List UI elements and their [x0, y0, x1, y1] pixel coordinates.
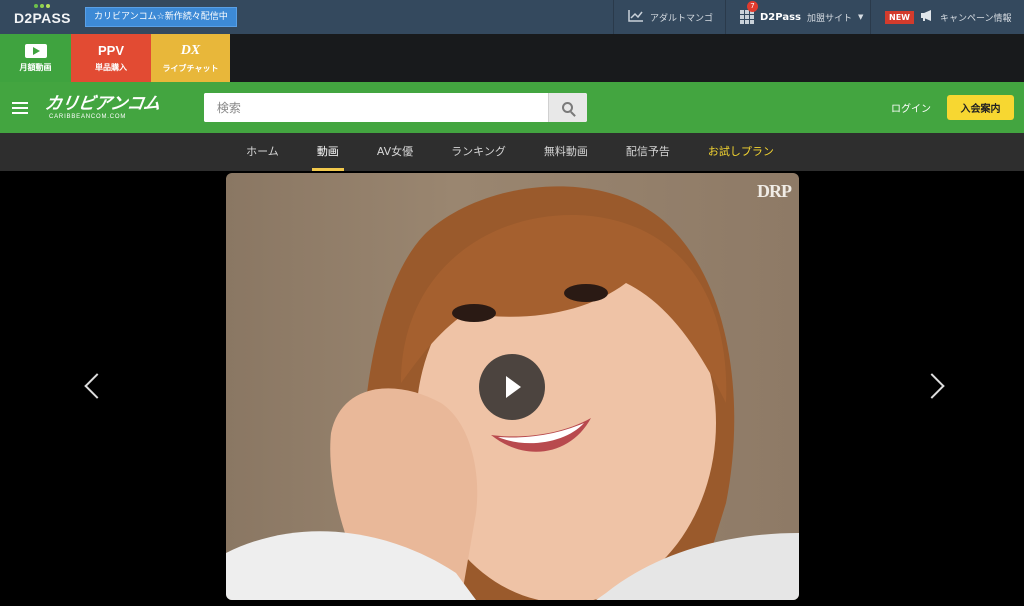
- watermark-logo: DRP: [757, 181, 792, 201]
- tab-ranking[interactable]: ランキング: [432, 133, 525, 171]
- tab-trial-plan[interactable]: お試しプラン: [689, 133, 793, 171]
- ppv-title: PPV: [97, 42, 124, 58]
- monthly-video-label: 月額動画: [19, 62, 52, 72]
- adult-manga-link[interactable]: アダルトマンゴ: [613, 0, 725, 34]
- site-logo-en: CARIBBEANCOM.COM: [49, 114, 127, 120]
- notification-badge: 7: [747, 1, 758, 12]
- play-button[interactable]: [479, 354, 545, 420]
- search-button[interactable]: [547, 93, 587, 122]
- d2pass-logo[interactable]: D2PASS: [0, 0, 84, 34]
- search-input[interactable]: [203, 93, 548, 122]
- service-tiles: 月額動画 PPV 単品購入 DX ライブチャット: [0, 34, 1024, 82]
- trend-chart-icon: [628, 9, 644, 26]
- d2pass-logo-text: D2PASS: [14, 10, 71, 26]
- promo-badge[interactable]: カリビアンコム☆新作続々配信中: [85, 7, 237, 27]
- d2pass-sites-label: 加盟サイト: [806, 13, 852, 24]
- tab-free-videos[interactable]: 無料動画: [525, 133, 607, 171]
- d2pass-brand-label: D2Pass: [760, 11, 801, 23]
- main-nav: ホーム 動画 AV女優 ランキング 無料動画 配信予告 お試しプラン: [0, 133, 1024, 171]
- ppv-tile[interactable]: PPV 単品購入: [71, 34, 151, 82]
- chevron-right-icon[interactable]: [925, 371, 945, 401]
- d2pass-sites-dropdown[interactable]: 7 D2Pass 加盟サイト ▼: [725, 0, 870, 34]
- site-logo[interactable]: カリビアンコム CARIBBEANCOM.COM: [43, 94, 162, 120]
- tab-upcoming[interactable]: 配信予告: [607, 133, 689, 171]
- ppv-label: 単品購入: [95, 62, 127, 72]
- d2pass-topbar: D2PASS カリビアンコム☆新作続々配信中 アダルトマンゴ 7 D2Pass …: [0, 0, 1024, 34]
- site-logo-jp: カリビアンコム: [43, 94, 162, 114]
- search-icon: [562, 102, 574, 113]
- grid-icon: 7: [740, 1, 758, 24]
- tab-home[interactable]: ホーム: [227, 133, 298, 171]
- featured-video-thumbnail[interactable]: DRP: [226, 173, 799, 600]
- adult-manga-label: アダルトマンゴ: [650, 13, 714, 24]
- tab-videos[interactable]: 動画: [298, 133, 358, 171]
- hamburger-menu-icon[interactable]: [12, 101, 28, 114]
- caret-down-icon: ▼: [858, 13, 864, 21]
- campaign-label: キャンペーン情報: [939, 13, 1012, 24]
- nav-tabs: ホーム 動画 AV女優 ランキング 無料動画 配信予告 お試しプラン: [227, 133, 793, 171]
- dx-logo-icon: DX: [180, 42, 201, 58]
- logo-dots-icon: [34, 4, 50, 8]
- monthly-video-tile[interactable]: 月額動画: [0, 34, 71, 82]
- login-link[interactable]: ログイン: [891, 100, 931, 115]
- play-icon: [24, 43, 47, 58]
- live-chat-tile[interactable]: DX ライブチャット: [151, 34, 230, 82]
- site-header: カリビアンコム CARIBBEANCOM.COM ログイン 入会案内: [0, 82, 1024, 133]
- campaign-info-link[interactable]: NEW キャンペーン情報: [870, 0, 1024, 34]
- chevron-left-icon[interactable]: [82, 371, 102, 401]
- join-button[interactable]: 入会案内: [947, 95, 1014, 120]
- tab-av-actress[interactable]: AV女優: [358, 133, 432, 171]
- new-badge: NEW: [885, 10, 914, 24]
- search-bar: [203, 93, 587, 122]
- megaphone-icon: [920, 9, 934, 25]
- hero-carousel: DRP: [0, 171, 1024, 606]
- live-chat-label: ライブチャット: [162, 63, 219, 73]
